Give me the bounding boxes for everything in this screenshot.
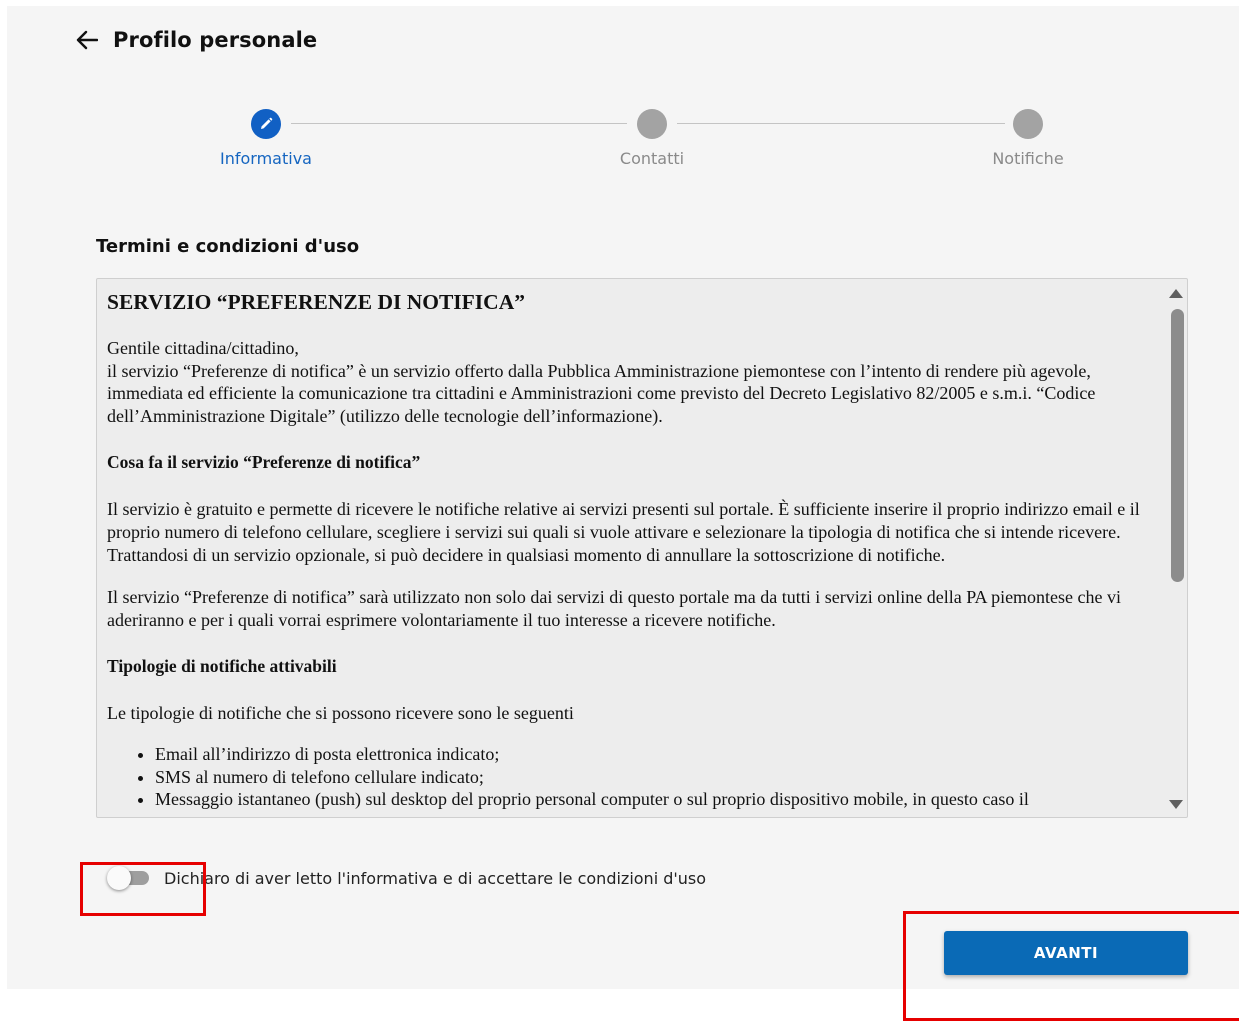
step-informativa-indicator xyxy=(251,109,281,139)
highlight-box-next-button xyxy=(903,911,1239,1021)
pencil-icon xyxy=(261,117,273,129)
terms-intro: il servizio “Preferenze di notifica” è u… xyxy=(107,360,1096,426)
terms-content: SERVIZIO “PREFERENZE DI NOTIFICA” Gentil… xyxy=(107,279,1157,811)
step-contatti-indicator xyxy=(637,109,667,139)
stepper: Informativa Contatti Notifiche xyxy=(7,107,1239,187)
page-header: Profilo personale xyxy=(75,26,317,54)
step-notifiche-indicator xyxy=(1013,109,1043,139)
highlight-box-toggle xyxy=(80,862,206,916)
notification-types-list: Email all’indirizzo di posta elettronica… xyxy=(107,743,1157,811)
consent-label: Dichiaro di aver letto l'informativa e d… xyxy=(164,868,707,888)
terms-scroll-box[interactable]: SERVIZIO “PREFERENZE DI NOTIFICA” Gentil… xyxy=(96,278,1188,818)
step-label-informativa: Informativa xyxy=(220,149,312,168)
step-connector xyxy=(677,123,1005,124)
terms-paragraph-1: Il servizio è gratuito e permette di ric… xyxy=(107,499,1140,565)
list-item: Email all’indirizzo di posta elettronica… xyxy=(155,743,1157,766)
main-panel: Profilo personale Informativa Contatti N… xyxy=(7,6,1239,989)
step-connector xyxy=(291,123,627,124)
section-title: Termini e condizioni d'uso xyxy=(96,236,360,257)
scroll-down-arrow-icon[interactable] xyxy=(1168,797,1184,811)
terms-paragraph-2: Il servizio “Preferenze di notifica” sar… xyxy=(107,587,1122,630)
scrollbar-thumb[interactable] xyxy=(1171,309,1184,582)
step-label-notifiche: Notifiche xyxy=(992,149,1064,168)
arrow-left-icon[interactable] xyxy=(75,28,99,52)
terms-heading: SERVIZIO “PREFERENZE DI NOTIFICA” xyxy=(107,290,525,314)
list-item: Messaggio istantaneo (push) sul desktop … xyxy=(155,788,1157,811)
list-item: SMS al numero di telefono cellulare indi… xyxy=(155,766,1157,789)
terms-scrollbar[interactable] xyxy=(1165,279,1187,817)
step-label-contatti: Contatti xyxy=(619,149,685,168)
terms-subheading-1: Cosa fa il servizio “Preferenze di notif… xyxy=(107,452,421,473)
terms-greeting: Gentile cittadina/cittadino, xyxy=(107,338,299,358)
terms-paragraph-3: Le tipologie di notifiche che si possono… xyxy=(107,703,574,724)
terms-subheading-2: Tipologie di notifiche attivabili xyxy=(107,656,337,677)
scroll-up-arrow-icon[interactable] xyxy=(1168,285,1184,299)
page-title: Profilo personale xyxy=(113,28,318,52)
